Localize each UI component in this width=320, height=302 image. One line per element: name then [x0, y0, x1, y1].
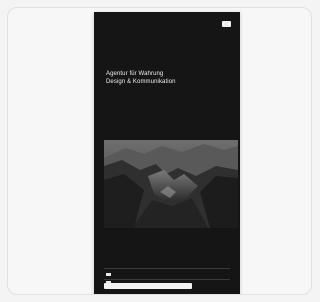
cookie-banner[interactable]: [104, 283, 192, 289]
mountain-landscape-image: [104, 140, 238, 228]
list-item[interactable]: [106, 272, 228, 278]
hero-title: Agentur für Wahrung Design & Kommunikati…: [106, 70, 226, 86]
preview-header: [103, 21, 231, 31]
mobile-page-preview: Agentur für Wahrung Design & Kommunikati…: [94, 12, 240, 295]
mountain-landscape-svg: [104, 140, 238, 228]
preview-card[interactable]: Agentur für Wahrung Design & Kommunikati…: [7, 7, 312, 295]
hero-title-line-1: Agentur für Wahrung: [106, 71, 164, 77]
divider: [104, 268, 230, 269]
hero-title-line-2: Design & Kommunikation: [106, 79, 176, 85]
avatar[interactable]: [106, 294, 112, 295]
row-thumbnail: [106, 273, 111, 276]
menu-icon[interactable]: [222, 21, 231, 27]
